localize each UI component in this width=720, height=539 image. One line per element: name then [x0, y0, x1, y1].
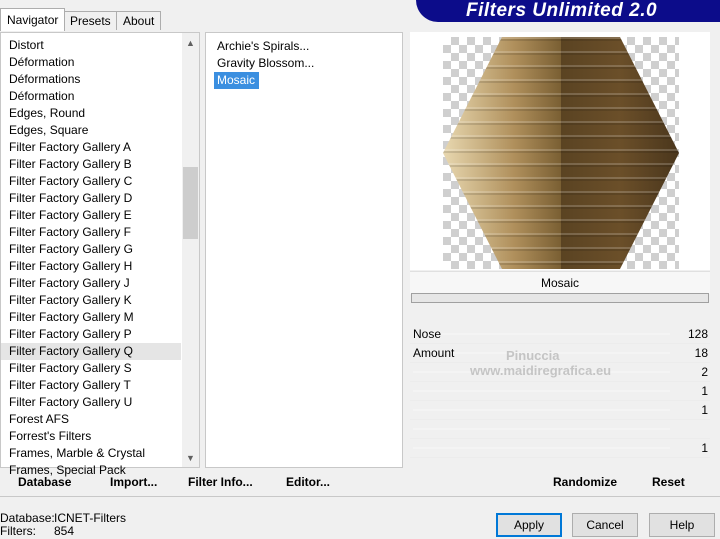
control-value: 1: [701, 403, 708, 417]
filter-item[interactable]: Gravity Blossom...: [214, 55, 318, 72]
import-button[interactable]: Import...: [110, 470, 157, 494]
reset-button[interactable]: Reset: [652, 470, 685, 494]
control-row[interactable]: 1: [410, 382, 710, 401]
control-value: 1: [701, 441, 708, 455]
category-item[interactable]: Forest AFS: [1, 411, 181, 428]
control-value: 2: [701, 365, 708, 379]
category-item[interactable]: Déformation: [1, 88, 181, 105]
control-slider[interactable]: [413, 390, 670, 392]
cancel-button[interactable]: Cancel: [572, 513, 638, 537]
category-list[interactable]: Distort Déformation Déformations Déformatio…: [0, 32, 200, 477]
mosaic-preview-shape: [443, 37, 679, 269]
control-row[interactable]: [410, 420, 710, 439]
apply-button[interactable]: Apply: [496, 513, 562, 537]
category-item[interactable]: Forrest's Filters: [1, 428, 181, 445]
filters-count-label: Filters:: [0, 524, 36, 538]
app-title: Filters Unlimited 2.0: [466, 0, 658, 21]
control-value: 1: [701, 384, 708, 398]
scroll-up-icon[interactable]: ▲: [182, 35, 199, 52]
category-item[interactable]: Filter Factory Gallery M: [1, 309, 181, 326]
editor-button[interactable]: Editor...: [286, 470, 330, 494]
action-bar: Randomize Reset: [410, 470, 710, 494]
control-value: 18: [694, 346, 708, 360]
filters-count-value: 854: [54, 524, 75, 538]
control-slider[interactable]: [413, 447, 670, 449]
control-slider[interactable]: [413, 333, 670, 335]
scroll-thumb[interactable]: [183, 167, 198, 239]
scroll-down-icon[interactable]: ▼: [182, 450, 199, 467]
database-value: ICNET-Filters: [54, 511, 126, 525]
filter-item[interactable]: Archie's Spirals...: [214, 38, 313, 55]
tab-bar: Navigator Presets About: [0, 8, 420, 31]
category-item[interactable]: Filter Factory Gallery G: [1, 241, 181, 258]
control-slider[interactable]: [413, 409, 670, 411]
progress-bar: [411, 293, 709, 303]
category-item[interactable]: Déformation: [1, 54, 181, 71]
control-row[interactable]: 1: [410, 439, 710, 458]
category-item[interactable]: Frames, Marble & Crystal: [1, 445, 181, 462]
category-item[interactable]: Filter Factory Gallery U: [1, 394, 181, 411]
footer-divider: [0, 496, 720, 497]
category-item[interactable]: Edges, Square: [1, 122, 181, 139]
navigator-buttons: Database Import... Filter Info... Editor…: [0, 470, 406, 494]
category-item[interactable]: Filter Factory Gallery T: [1, 377, 181, 394]
preview-area: [410, 32, 710, 270]
filter-list-items: Archie's Spirals... Gravity Blossom... Mos…: [206, 38, 384, 89]
category-item[interactable]: Déformations: [1, 71, 181, 88]
filter-item[interactable]: Mosaic: [214, 72, 260, 89]
control-row[interactable]: Amount 18: [410, 344, 710, 363]
category-item[interactable]: Filter Factory Gallery J: [1, 275, 181, 292]
control-slider[interactable]: [413, 371, 670, 373]
filter-name-label: Mosaic: [410, 271, 710, 294]
category-item[interactable]: Filter Factory Gallery P: [1, 326, 181, 343]
category-item[interactable]: Filter Factory Gallery Q: [1, 343, 181, 360]
tab-about[interactable]: About: [116, 11, 162, 30]
randomize-button[interactable]: Randomize: [553, 470, 617, 494]
category-list-items: Distort Déformation Déformations Déformatio…: [1, 37, 181, 479]
control-value: 128: [687, 327, 708, 341]
category-item[interactable]: Filter Factory Gallery E: [1, 207, 181, 224]
database-info: Database:ICNET-Filters Filters: 854: [0, 512, 126, 538]
control-row[interactable]: Nose 128: [410, 325, 710, 344]
category-item[interactable]: Edges, Round: [1, 105, 181, 122]
category-item[interactable]: Filter Factory Gallery H: [1, 258, 181, 275]
category-item[interactable]: Filter Factory Gallery C: [1, 173, 181, 190]
control-row[interactable]: 1: [410, 401, 710, 420]
filter-list[interactable]: Archie's Spirals... Gravity Blossom... Mos…: [205, 32, 403, 468]
category-item[interactable]: Filter Factory Gallery F: [1, 224, 181, 241]
help-button[interactable]: Help: [649, 513, 715, 537]
category-item[interactable]: Filter Factory Gallery A: [1, 139, 181, 156]
category-item[interactable]: Filter Factory Gallery D: [1, 190, 181, 207]
filter-controls: Nose 128 Amount 18 2 1 1 1: [410, 325, 710, 458]
tab-navigator[interactable]: Navigator: [0, 8, 66, 31]
category-item[interactable]: Filter Factory Gallery B: [1, 156, 181, 173]
filter-info-button[interactable]: Filter Info...: [188, 470, 253, 494]
preview-image: [443, 37, 679, 269]
control-slider[interactable]: [413, 428, 670, 430]
database-button[interactable]: Database: [18, 470, 71, 494]
category-item[interactable]: Distort: [1, 37, 181, 54]
category-item[interactable]: Filter Factory Gallery S: [1, 360, 181, 377]
tab-presets[interactable]: Presets: [63, 11, 118, 30]
control-row[interactable]: 2: [410, 363, 710, 382]
control-label: Amount: [413, 346, 455, 360]
control-label: Nose: [413, 327, 442, 341]
category-item[interactable]: Filter Factory Gallery K: [1, 292, 181, 309]
category-scrollbar[interactable]: ▲ ▼: [182, 33, 199, 467]
